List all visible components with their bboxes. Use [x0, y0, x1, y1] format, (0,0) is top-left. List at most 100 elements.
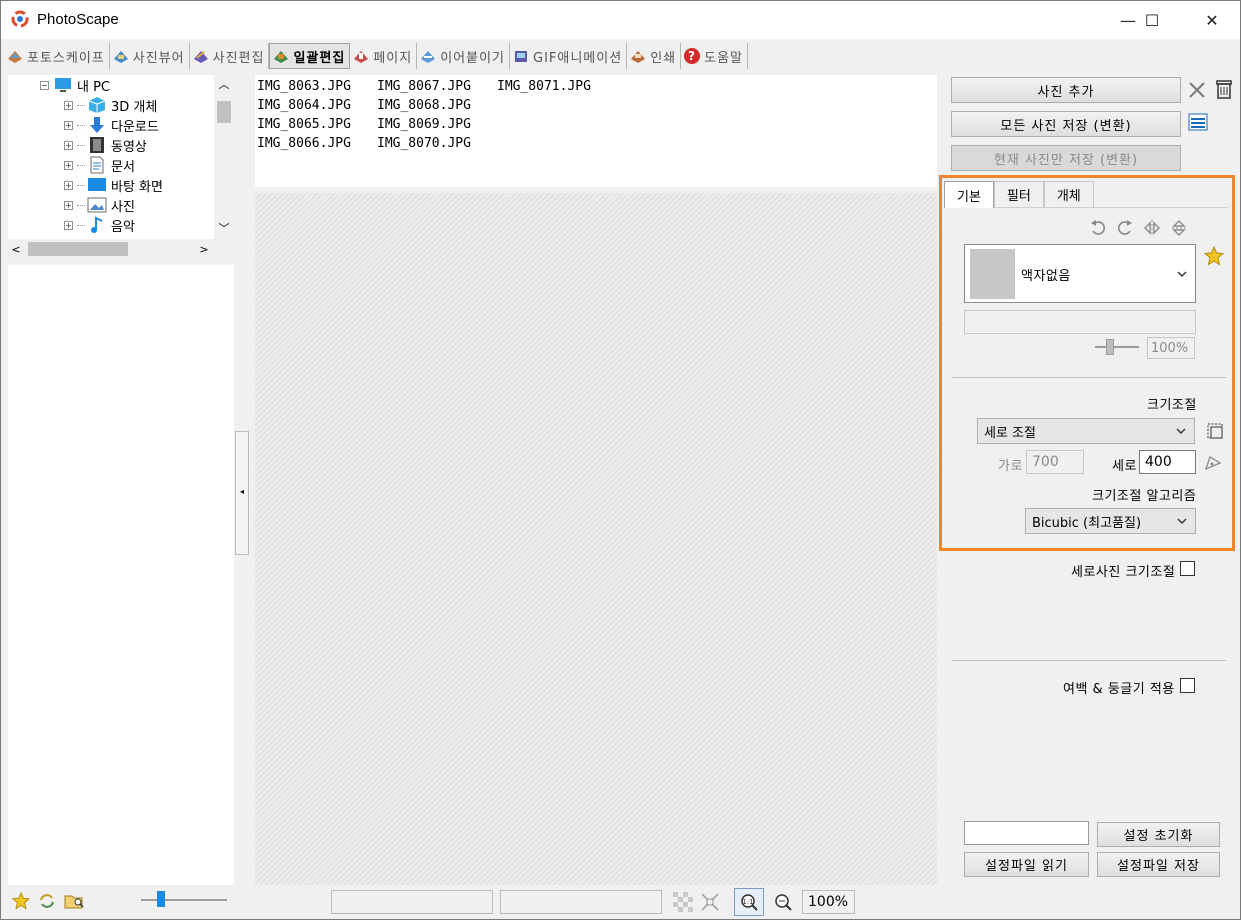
- scroll-thumb[interactable]: [28, 242, 128, 256]
- tree-item[interactable]: + 다운로드: [64, 115, 159, 135]
- scroll-thumb[interactable]: [217, 101, 231, 123]
- viewer-icon: [113, 51, 128, 63]
- save-settings-button[interactable]: 설정파일 저장: [1097, 852, 1220, 877]
- actual-size-icon[interactable]: 1:1: [734, 888, 764, 916]
- status-field-1: [331, 890, 493, 914]
- tab-photoscape[interactable]: 포토스케이프: [4, 43, 110, 69]
- app-title: PhotoScape: [37, 11, 119, 28]
- title-bar: PhotoScape — ☐ ✕: [1, 1, 1240, 39]
- expand-icon[interactable]: +: [64, 120, 73, 130]
- file-item[interactable]: IMG_8067.JPG: [377, 77, 471, 96]
- tree-item[interactable]: + 바탕 화면: [64, 175, 163, 195]
- tab-label: 도움말: [704, 50, 743, 66]
- tab-label: 포토스케이프: [27, 50, 105, 66]
- scroll-left-icon[interactable]: <: [10, 242, 22, 256]
- print-icon: [631, 51, 646, 63]
- tree-item[interactable]: + 사진: [64, 195, 135, 215]
- list-view-icon[interactable]: [1187, 111, 1209, 133]
- tree-vertical-scrollbar[interactable]: ︿ ﹀: [214, 75, 234, 239]
- tab-label: 인쇄: [650, 50, 677, 66]
- tab-gif[interactable]: GIF애니메이션: [510, 43, 628, 69]
- tree-item[interactable]: + 3D 개체: [64, 95, 157, 115]
- tree-item[interactable]: + 동영상: [64, 135, 147, 155]
- tab-batch[interactable]: 일괄편집: [269, 43, 351, 69]
- file-column: IMG_8067.JPG IMG_8068.JPG IMG_8069.JPG I…: [377, 77, 471, 153]
- panel-splitter[interactable]: ◂: [235, 431, 249, 555]
- tree-label: 문서: [111, 159, 135, 175]
- maximize-button[interactable]: ☐: [1129, 1, 1175, 39]
- expand-icon[interactable]: +: [64, 200, 73, 210]
- photoscape-icon: [8, 51, 22, 63]
- save-all-button[interactable]: 모든 사진 저장 (변환): [951, 111, 1181, 137]
- svg-text:?: ?: [688, 49, 696, 63]
- trash-icon[interactable]: [1213, 77, 1235, 101]
- tab-label: 사진뷰어: [132, 50, 185, 66]
- file-item[interactable]: IMG_8070.JPG: [377, 134, 471, 153]
- tree-label: 다운로드: [111, 119, 159, 135]
- expand-icon[interactable]: +: [64, 220, 73, 230]
- batch-icon: [274, 51, 289, 63]
- tab-print[interactable]: 인쇄: [627, 43, 682, 69]
- file-item[interactable]: IMG_8065.JPG: [257, 115, 351, 134]
- scroll-right-icon[interactable]: >: [198, 242, 210, 256]
- thumbnail-size-slider[interactable]: [141, 899, 227, 901]
- scroll-up-icon[interactable]: ︿: [218, 77, 230, 91]
- favorite-star-icon[interactable]: [11, 891, 31, 911]
- collapse-icon[interactable]: −: [40, 80, 49, 90]
- tree-label: 바탕 화면: [111, 179, 163, 195]
- editor-icon: [193, 51, 208, 63]
- zoom-icon[interactable]: [771, 890, 795, 914]
- file-item[interactable]: IMG_8063.JPG: [257, 77, 351, 96]
- expand-icon[interactable]: +: [64, 100, 73, 110]
- tab-editor[interactable]: 사진편집: [190, 43, 270, 69]
- folder-search-icon[interactable]: [63, 891, 87, 911]
- settings-file-field[interactable]: [964, 821, 1089, 845]
- tab-page[interactable]: 페이지: [350, 43, 418, 69]
- tree-item-my-pc[interactable]: − 내 PC: [40, 75, 110, 95]
- expand-icon[interactable]: +: [64, 160, 73, 170]
- tree-item[interactable]: + 문서: [64, 155, 135, 175]
- fit-screen-icon[interactable]: [698, 890, 722, 914]
- gif-icon: [515, 51, 527, 62]
- expand-icon[interactable]: +: [64, 140, 73, 150]
- tab-label: 사진편집: [212, 50, 265, 66]
- tab-label: GIF애니메이션: [533, 50, 623, 66]
- highlight-box: [939, 175, 1235, 551]
- file-item[interactable]: IMG_8066.JPG: [257, 134, 351, 153]
- reset-settings-button[interactable]: 설정 초기화: [1097, 822, 1220, 847]
- tree-label: 3D 개체: [111, 99, 158, 115]
- collapse-left-icon[interactable]: ◂: [239, 486, 245, 496]
- file-item[interactable]: IMG_8071.JPG: [497, 77, 591, 96]
- folder-tree[interactable]: − 내 PC + 3D 개체 + 다운로드 + 동영상 + 문서 + 바탕 화면: [8, 75, 234, 239]
- file-item[interactable]: IMG_8069.JPG: [377, 115, 471, 134]
- tab-combine[interactable]: 이어붙이기: [417, 43, 510, 69]
- file-list[interactable]: IMG_8063.JPG IMG_8064.JPG IMG_8065.JPG I…: [255, 75, 937, 187]
- portrait-resize-checkbox[interactable]: [1180, 561, 1195, 576]
- load-settings-button[interactable]: 설정파일 읽기: [964, 852, 1089, 877]
- thumbnail-size-thumb[interactable]: [157, 891, 165, 907]
- combine-icon: [421, 51, 436, 63]
- cube-icon: [88, 97, 106, 113]
- download-icon: [90, 117, 104, 133]
- document-icon: [90, 156, 104, 174]
- margin-round-checkbox[interactable]: [1180, 678, 1195, 693]
- file-item[interactable]: IMG_8064.JPG: [257, 96, 351, 115]
- refresh-icon[interactable]: [37, 891, 57, 911]
- save-current-button[interactable]: 현재 사진만 저장 (변환): [951, 145, 1181, 171]
- file-item[interactable]: IMG_8068.JPG: [377, 96, 471, 115]
- transparency-grid-icon[interactable]: [671, 890, 695, 914]
- help-icon: ?: [684, 48, 701, 64]
- tree-item[interactable]: + 음악: [64, 215, 135, 235]
- tab-viewer[interactable]: 사진뷰어: [110, 43, 190, 69]
- add-photo-button[interactable]: 사진 추가: [951, 77, 1181, 103]
- scroll-down-icon[interactable]: ﹀: [218, 221, 230, 235]
- tree-horizontal-scrollbar[interactable]: < >: [8, 239, 234, 259]
- expand-icon[interactable]: +: [64, 180, 73, 190]
- tab-label: 일괄편집: [293, 50, 346, 66]
- close-button[interactable]: ✕: [1189, 1, 1235, 39]
- file-column: IMG_8063.JPG IMG_8064.JPG IMG_8065.JPG I…: [257, 77, 351, 153]
- margin-round-label: 여백 & 둥글기 적용: [1063, 682, 1175, 697]
- clear-list-icon[interactable]: [1186, 79, 1208, 101]
- zoom-level: 100%: [802, 890, 855, 914]
- tab-help[interactable]: ? 도움말: [681, 43, 748, 69]
